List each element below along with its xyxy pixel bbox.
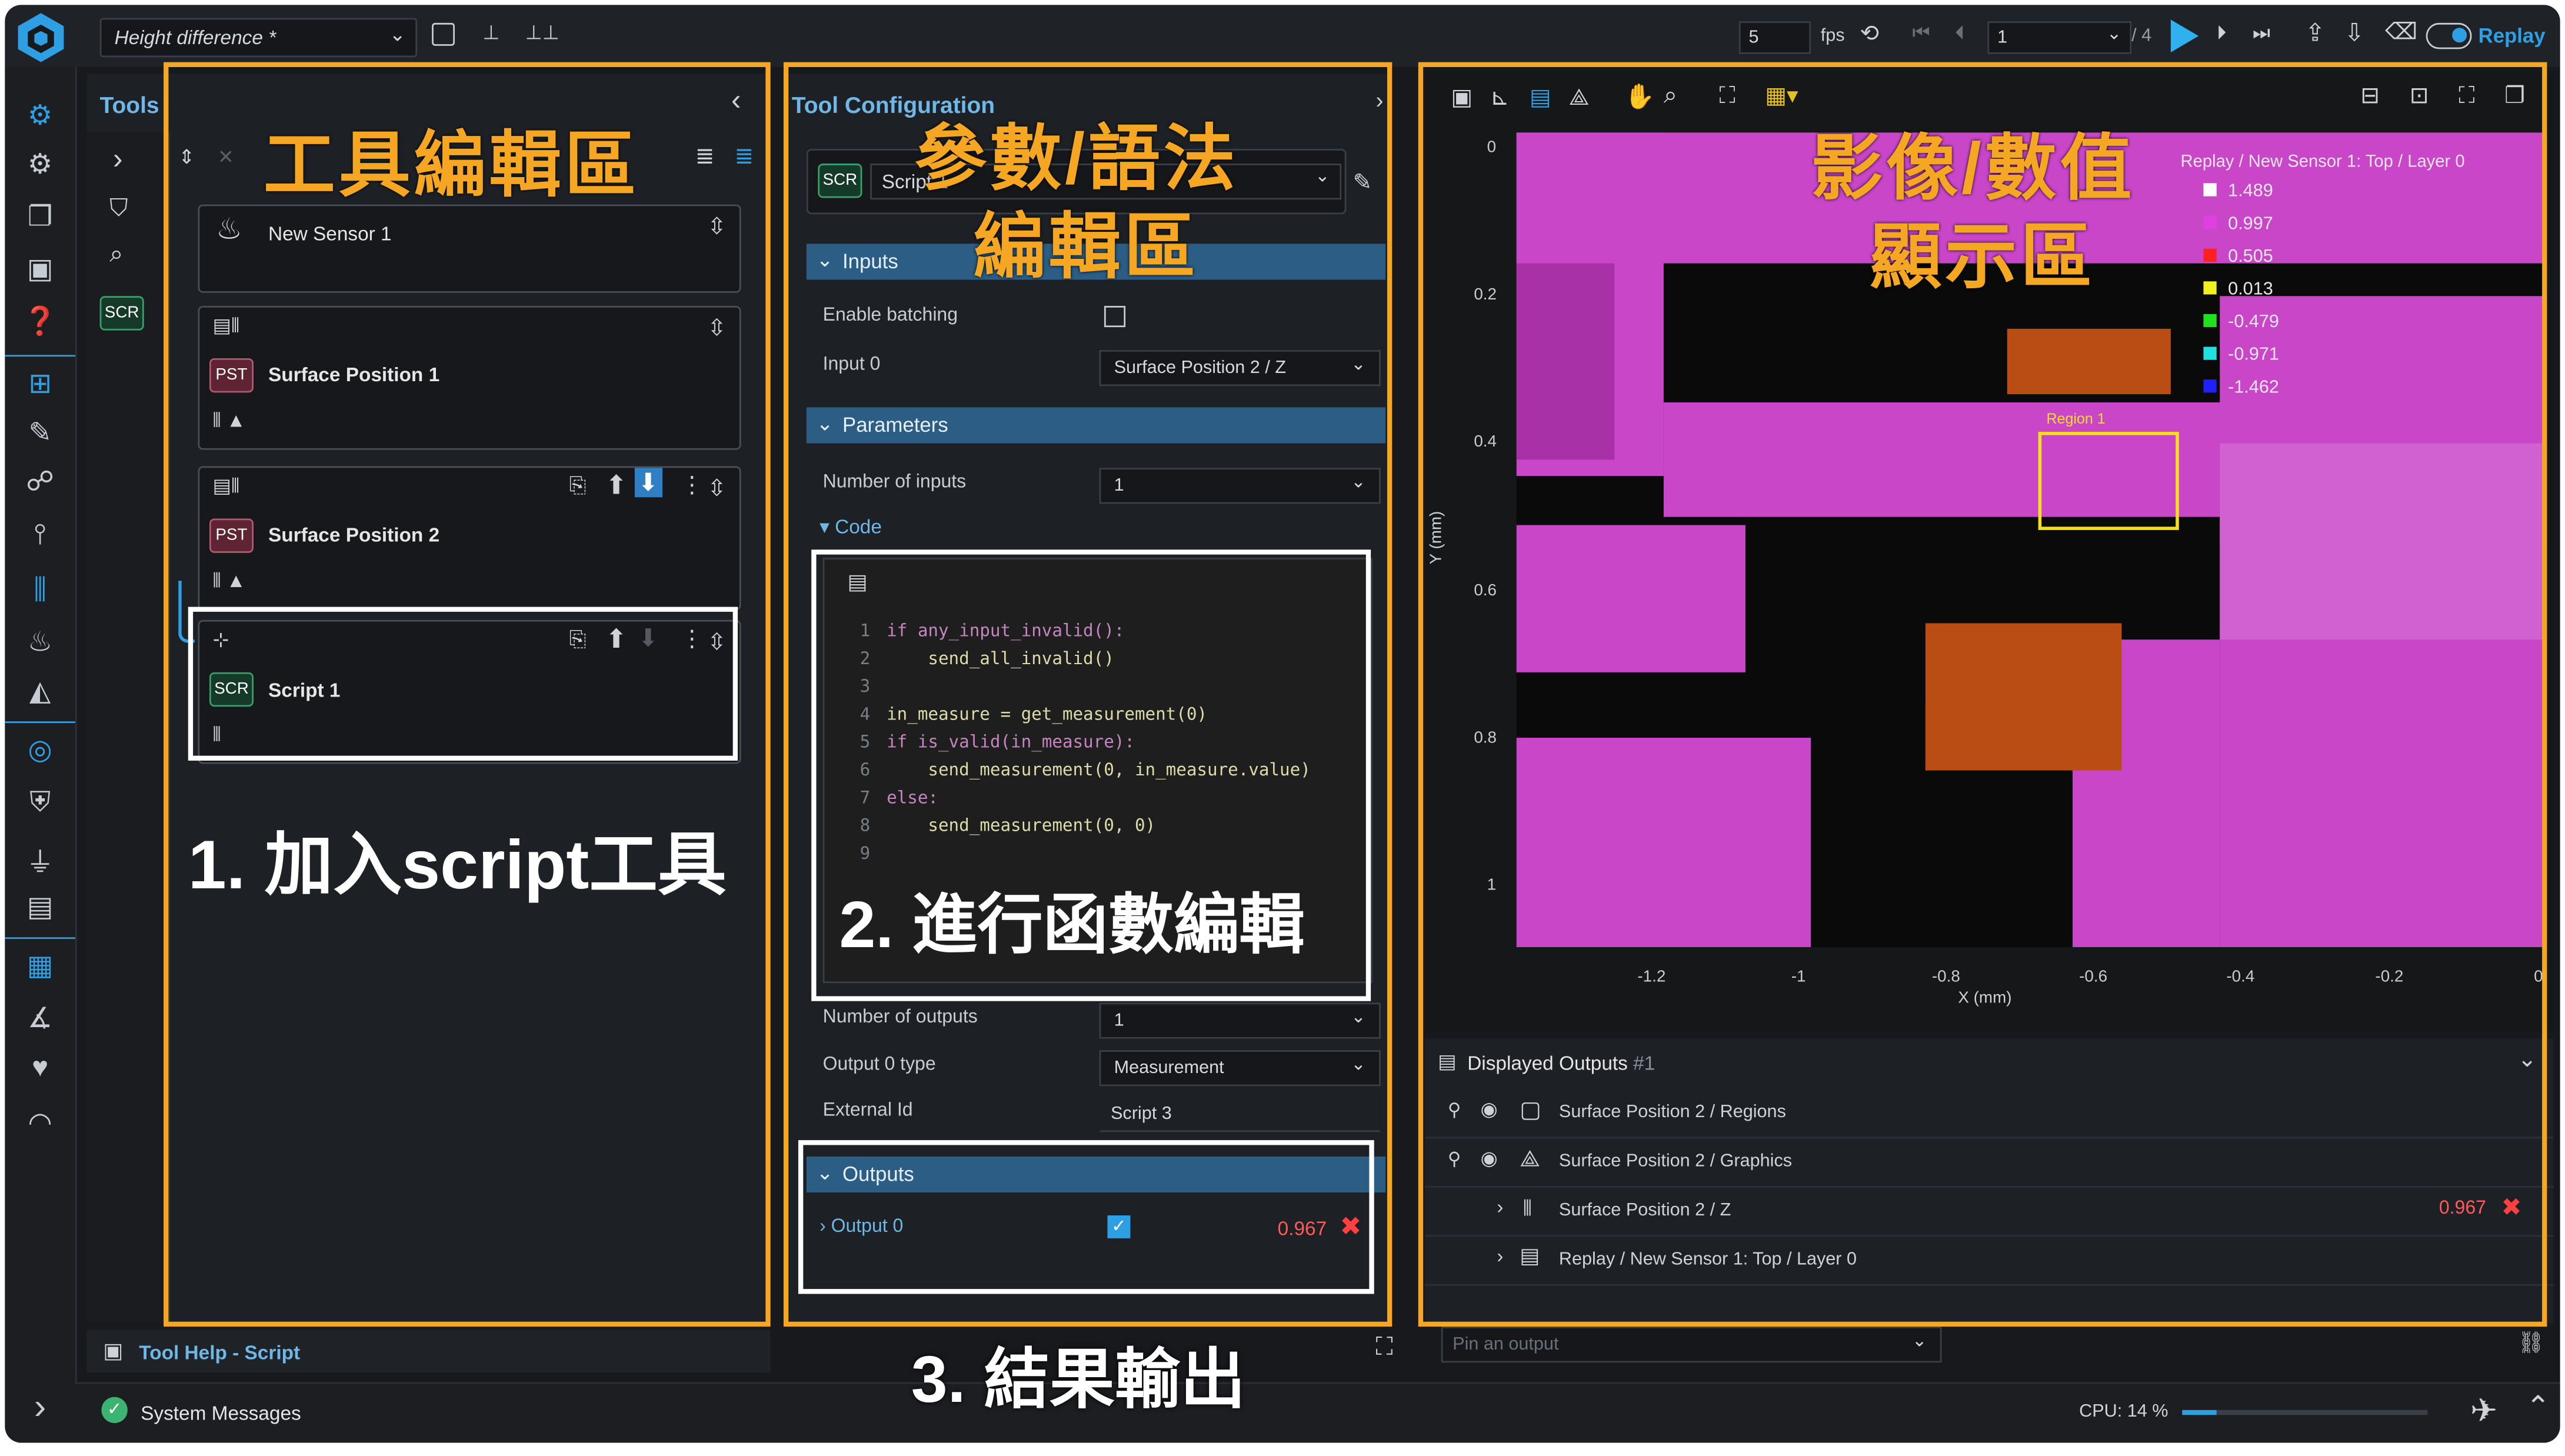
viewer-area-label-2: 顯示區 xyxy=(1870,217,2096,298)
toolbox-icon[interactable]: ▣ xyxy=(5,254,75,286)
expand-arrow-icon[interactable]: › xyxy=(113,142,123,176)
heart-icon[interactable]: ♥ xyxy=(5,1052,75,1085)
outputs-highlight xyxy=(798,1140,1374,1294)
filter-icon[interactable]: ⛉ xyxy=(109,195,128,222)
documents-icon[interactable]: ❐ xyxy=(5,201,75,234)
step-back-icon[interactable]: ⏴ xyxy=(1955,21,1965,46)
monitor-icon[interactable]: ▤ xyxy=(5,891,75,924)
status-bar: ✓ System Messages CPU: 14 % ✈ ⌃ xyxy=(75,1382,2560,1443)
chevron-down-icon: ⌄ xyxy=(1911,1331,1927,1351)
triangle-ruler-icon[interactable]: ◭ xyxy=(5,675,75,708)
step3-label: 3. 結果輸出 xyxy=(911,1344,1246,1417)
tool-help-bar[interactable]: ▣ Tool Help - Script xyxy=(86,1330,771,1372)
profile-dropdown[interactable]: Height difference * ⌄ xyxy=(99,18,418,58)
shield-icon[interactable]: ⛨ xyxy=(5,787,75,819)
pin-output-select[interactable]: Pin an output ⌄ xyxy=(1441,1327,1942,1363)
fps-label: fps xyxy=(1820,26,1845,46)
gears-icon[interactable]: ⚙ xyxy=(5,100,75,133)
fps-input[interactable]: 5 xyxy=(1738,21,1811,54)
app-logo xyxy=(15,11,67,64)
help-icon: ▣ xyxy=(103,1338,124,1363)
chevron-down-icon: ⌄ xyxy=(2106,24,2122,45)
chevron-down-icon: ⌄ xyxy=(389,22,406,46)
frame-total: / 4 xyxy=(2131,26,2152,46)
config-area-label-2: 編輯區 xyxy=(973,208,1200,288)
gauge-icon[interactable]: ◠ xyxy=(5,1107,75,1140)
expand-icon[interactable]: ⛶ xyxy=(1375,1333,1393,1361)
replay-toggle[interactable] xyxy=(2426,22,2472,49)
help-book-icon[interactable]: ❓ xyxy=(5,306,75,339)
play-icon[interactable] xyxy=(2167,18,2200,54)
repeat-icon[interactable]: ⟲ xyxy=(1860,19,1880,47)
rocket-icon[interactable]: ✈ xyxy=(2470,1391,2498,1432)
plug-icon[interactable]: ⏚ xyxy=(5,839,75,880)
network-icon[interactable]: ⊞ xyxy=(5,368,75,401)
link-icon[interactable]: ⛓ xyxy=(2517,1330,2544,1356)
script-tool-highlight xyxy=(188,607,738,761)
sidebar-script-badge[interactable]: SCR xyxy=(99,296,144,331)
step-forward-icon[interactable]: ⏵ xyxy=(2217,21,2227,46)
settings-icon[interactable]: ⚙ xyxy=(5,149,75,182)
download-icon[interactable]: ⇩ xyxy=(2344,18,2365,47)
step1-label: 1. 加入script工具 xyxy=(188,826,727,903)
tools-title: Tools xyxy=(99,91,159,118)
skip-end-icon[interactable]: ⏭ xyxy=(2253,21,2270,46)
upload-icon[interactable]: ⇪ xyxy=(2305,18,2326,47)
system-messages[interactable]: System Messages xyxy=(141,1402,301,1425)
tools-area-label: 工具編輯區 xyxy=(263,126,640,206)
sensor-icon[interactable]: ♨ xyxy=(5,627,75,659)
layout-icon-2[interactable]: ⊥⊥ xyxy=(525,21,559,44)
layout-icon-1[interactable]: ⊥ xyxy=(482,21,499,44)
angle-icon[interactable]: ∡ xyxy=(5,1003,75,1036)
app-window: Height difference * ⌄ ⊥ ⊥⊥ 5 fps ⟲ ⏮ ⏴ 1… xyxy=(5,5,2560,1443)
check-circle-icon: ✓ xyxy=(101,1397,128,1424)
skip-start-icon[interactable]: ⏮ xyxy=(1913,21,1930,46)
top-toolbar: Height difference * ⌄ ⊥ ⊥⊥ 5 fps ⟲ ⏮ ⏴ 1… xyxy=(5,5,2560,68)
align-icon[interactable]: ⫯ xyxy=(5,518,75,551)
save-icon[interactable] xyxy=(432,22,455,46)
expand-chevron-icon[interactable]: › xyxy=(5,1385,75,1428)
eraser-icon[interactable]: ⌫ xyxy=(2385,18,2417,46)
frame-select[interactable]: 1 ⌄ xyxy=(1987,21,2132,54)
cpu-bar xyxy=(2182,1410,2428,1415)
step2-label: 2. 進行函數編輯 xyxy=(839,889,1305,962)
globe-icon[interactable]: ◎ xyxy=(5,734,75,767)
measure-tool-icon[interactable]: ⫼ xyxy=(5,574,75,607)
left-icon-bar: ⚙ ⚙ ❐ ▣ ❓ ⊞ ✎ ☍ ⫯ ⫼ ♨ ◭ ◎ ⛨ ⏚ ▤ ▦ ∡ ♥ ◠ … xyxy=(5,67,77,1443)
replay-label: Replay xyxy=(2478,24,2546,48)
search-icon[interactable]: ⌕ xyxy=(109,241,123,268)
path-icon[interactable]: ☍ xyxy=(5,466,75,499)
chevron-up-icon[interactable]: ⌃ xyxy=(2526,1391,2550,1425)
cpu-label: CPU: 14 % xyxy=(2079,1401,2168,1422)
edit-chart-icon[interactable]: ✎ xyxy=(5,417,75,450)
clipboard-icon[interactable]: ▦ xyxy=(5,951,75,984)
